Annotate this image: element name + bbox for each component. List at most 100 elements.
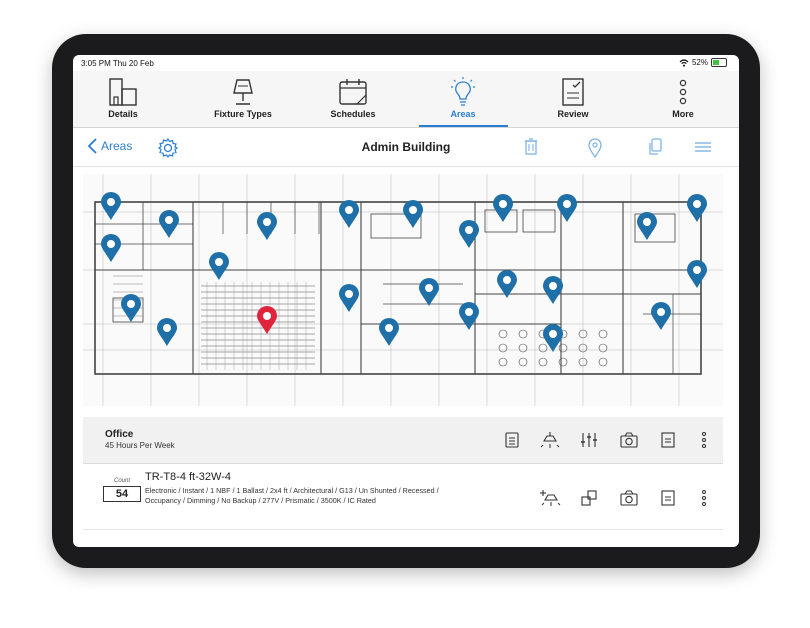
pin-center-dot: [107, 240, 115, 248]
area-pin[interactable]: [403, 200, 423, 228]
pin-center-dot: [693, 200, 701, 208]
pin-center-dot: [409, 206, 417, 214]
delete-button[interactable]: [521, 137, 541, 162]
clipboard-check-icon: [562, 78, 584, 106]
pin-center-dot: [127, 300, 135, 308]
pin-center-dot: [549, 330, 557, 338]
camera-icon[interactable]: [619, 489, 639, 507]
top-tab-bar: Details Fixture Types Schedules Areas Re…: [73, 71, 739, 128]
floor-plan-drawing: [83, 174, 723, 406]
pin-center-dot: [549, 282, 557, 290]
area-pin[interactable]: [651, 302, 671, 330]
area-pin[interactable]: [257, 212, 277, 240]
area-schedule: 45 Hours Per Week: [105, 441, 175, 450]
tab-areas-label: Areas: [450, 109, 476, 119]
battery-percent: 52%: [691, 58, 708, 67]
ceiling-light-icon[interactable]: [539, 431, 561, 449]
area-pin[interactable]: [687, 194, 707, 222]
area-pin[interactable]: [159, 210, 179, 238]
pin-center-dot: [503, 276, 511, 284]
pin-center-dot: [385, 324, 393, 332]
fixture-row[interactable]: Count 54 TR-T8-4 ft-32W-4 Electronic / I…: [83, 465, 723, 530]
document-icon[interactable]: [659, 431, 677, 449]
area-pin[interactable]: [209, 252, 229, 280]
pin-center-dot: [215, 258, 223, 266]
area-info-bar[interactable]: Office 45 Hours Per Week: [83, 417, 723, 464]
building-icon: [109, 78, 137, 106]
pin-center-dot: [693, 266, 701, 274]
battery-level-fill: [713, 60, 720, 65]
pin-center-dot: [465, 226, 473, 234]
tab-review[interactable]: Review: [543, 71, 603, 127]
pin-center-dot: [465, 308, 473, 316]
battery-icon: [711, 58, 727, 67]
pin-center-dot: [643, 218, 651, 226]
tab-schedules[interactable]: Schedules: [318, 71, 388, 127]
location-pin-button[interactable]: [585, 137, 605, 164]
area-pin[interactable]: [459, 302, 479, 330]
pin-center-dot: [425, 284, 433, 292]
area-pin[interactable]: [101, 234, 121, 262]
area-pin[interactable]: [543, 276, 563, 304]
wifi-icon: [679, 58, 689, 67]
tab-more[interactable]: More: [658, 71, 708, 127]
app-screen: 3:05 PM Thu 20 Feb 52% Details Fixture T…: [73, 55, 739, 547]
area-pin[interactable]: [459, 220, 479, 248]
add-light-icon[interactable]: [539, 489, 561, 507]
more-options-icon[interactable]: [699, 431, 709, 449]
status-bar: 3:05 PM Thu 20 Feb 52%: [73, 55, 739, 71]
area-pin[interactable]: [419, 278, 439, 306]
pin-center-dot: [345, 206, 353, 214]
swap-icon[interactable]: [579, 489, 599, 507]
tab-areas[interactable]: Areas: [428, 71, 498, 127]
camera-icon[interactable]: [619, 431, 639, 449]
status-time: 3:05 PM Thu 20 Feb: [81, 59, 154, 68]
tab-more-label: More: [672, 109, 694, 119]
floor-plan-map[interactable]: [83, 174, 723, 406]
pin-center-dot: [263, 312, 271, 320]
tab-fixture-types[interactable]: Fixture Types: [203, 71, 283, 127]
area-pin[interactable]: [493, 194, 513, 222]
area-pin[interactable]: [687, 260, 707, 288]
pin-center-dot: [165, 216, 173, 224]
pin-center-dot: [163, 324, 171, 332]
count-label: Count: [113, 478, 130, 484]
document-icon[interactable]: [659, 489, 677, 507]
more-vertical-icon: [679, 79, 687, 105]
bottom-spacer: [83, 531, 723, 547]
sliders-icon[interactable]: [579, 431, 599, 449]
menu-button[interactable]: [693, 137, 713, 162]
area-pin[interactable]: [637, 212, 657, 240]
calendar-icon: [339, 79, 367, 105]
selected-area-pin[interactable]: [257, 306, 277, 334]
status-right: 52%: [679, 58, 727, 67]
trash-icon: [525, 138, 537, 155]
area-pin[interactable]: [557, 194, 577, 222]
pin-center-dot: [499, 200, 507, 208]
lamp-icon: [233, 79, 253, 105]
tab-schedules-label: Schedules: [330, 109, 376, 119]
fixture-count[interactable]: 54: [103, 486, 141, 502]
clipboard-icon[interactable]: [503, 431, 521, 449]
area-pin[interactable]: [101, 192, 121, 220]
lightbulb-icon: [451, 77, 475, 106]
more-options-icon[interactable]: [699, 489, 709, 507]
pin-center-dot: [263, 218, 271, 226]
area-pin[interactable]: [339, 284, 359, 312]
pin-center-dot: [345, 290, 353, 298]
pin-center-dot: [563, 200, 571, 208]
fixture-description: Electronic / Instant / 1 NBF / 1 Ballast…: [145, 486, 439, 505]
hamburger-menu-icon: [695, 142, 711, 152]
tab-details[interactable]: Details: [93, 71, 153, 127]
area-pin[interactable]: [121, 294, 141, 322]
fixture-name: TR-T8-4 ft-32W-4: [145, 471, 231, 483]
area-pin[interactable]: [543, 324, 563, 352]
nav-bar: Areas Admin Building: [73, 128, 739, 167]
area-pin[interactable]: [157, 318, 177, 346]
copy-button[interactable]: [645, 137, 665, 162]
area-pin[interactable]: [379, 318, 399, 346]
tab-review-label: Review: [557, 109, 589, 119]
active-tab-indicator: [419, 125, 508, 127]
page-title: Admin Building: [361, 140, 451, 154]
area-pin[interactable]: [339, 200, 359, 228]
